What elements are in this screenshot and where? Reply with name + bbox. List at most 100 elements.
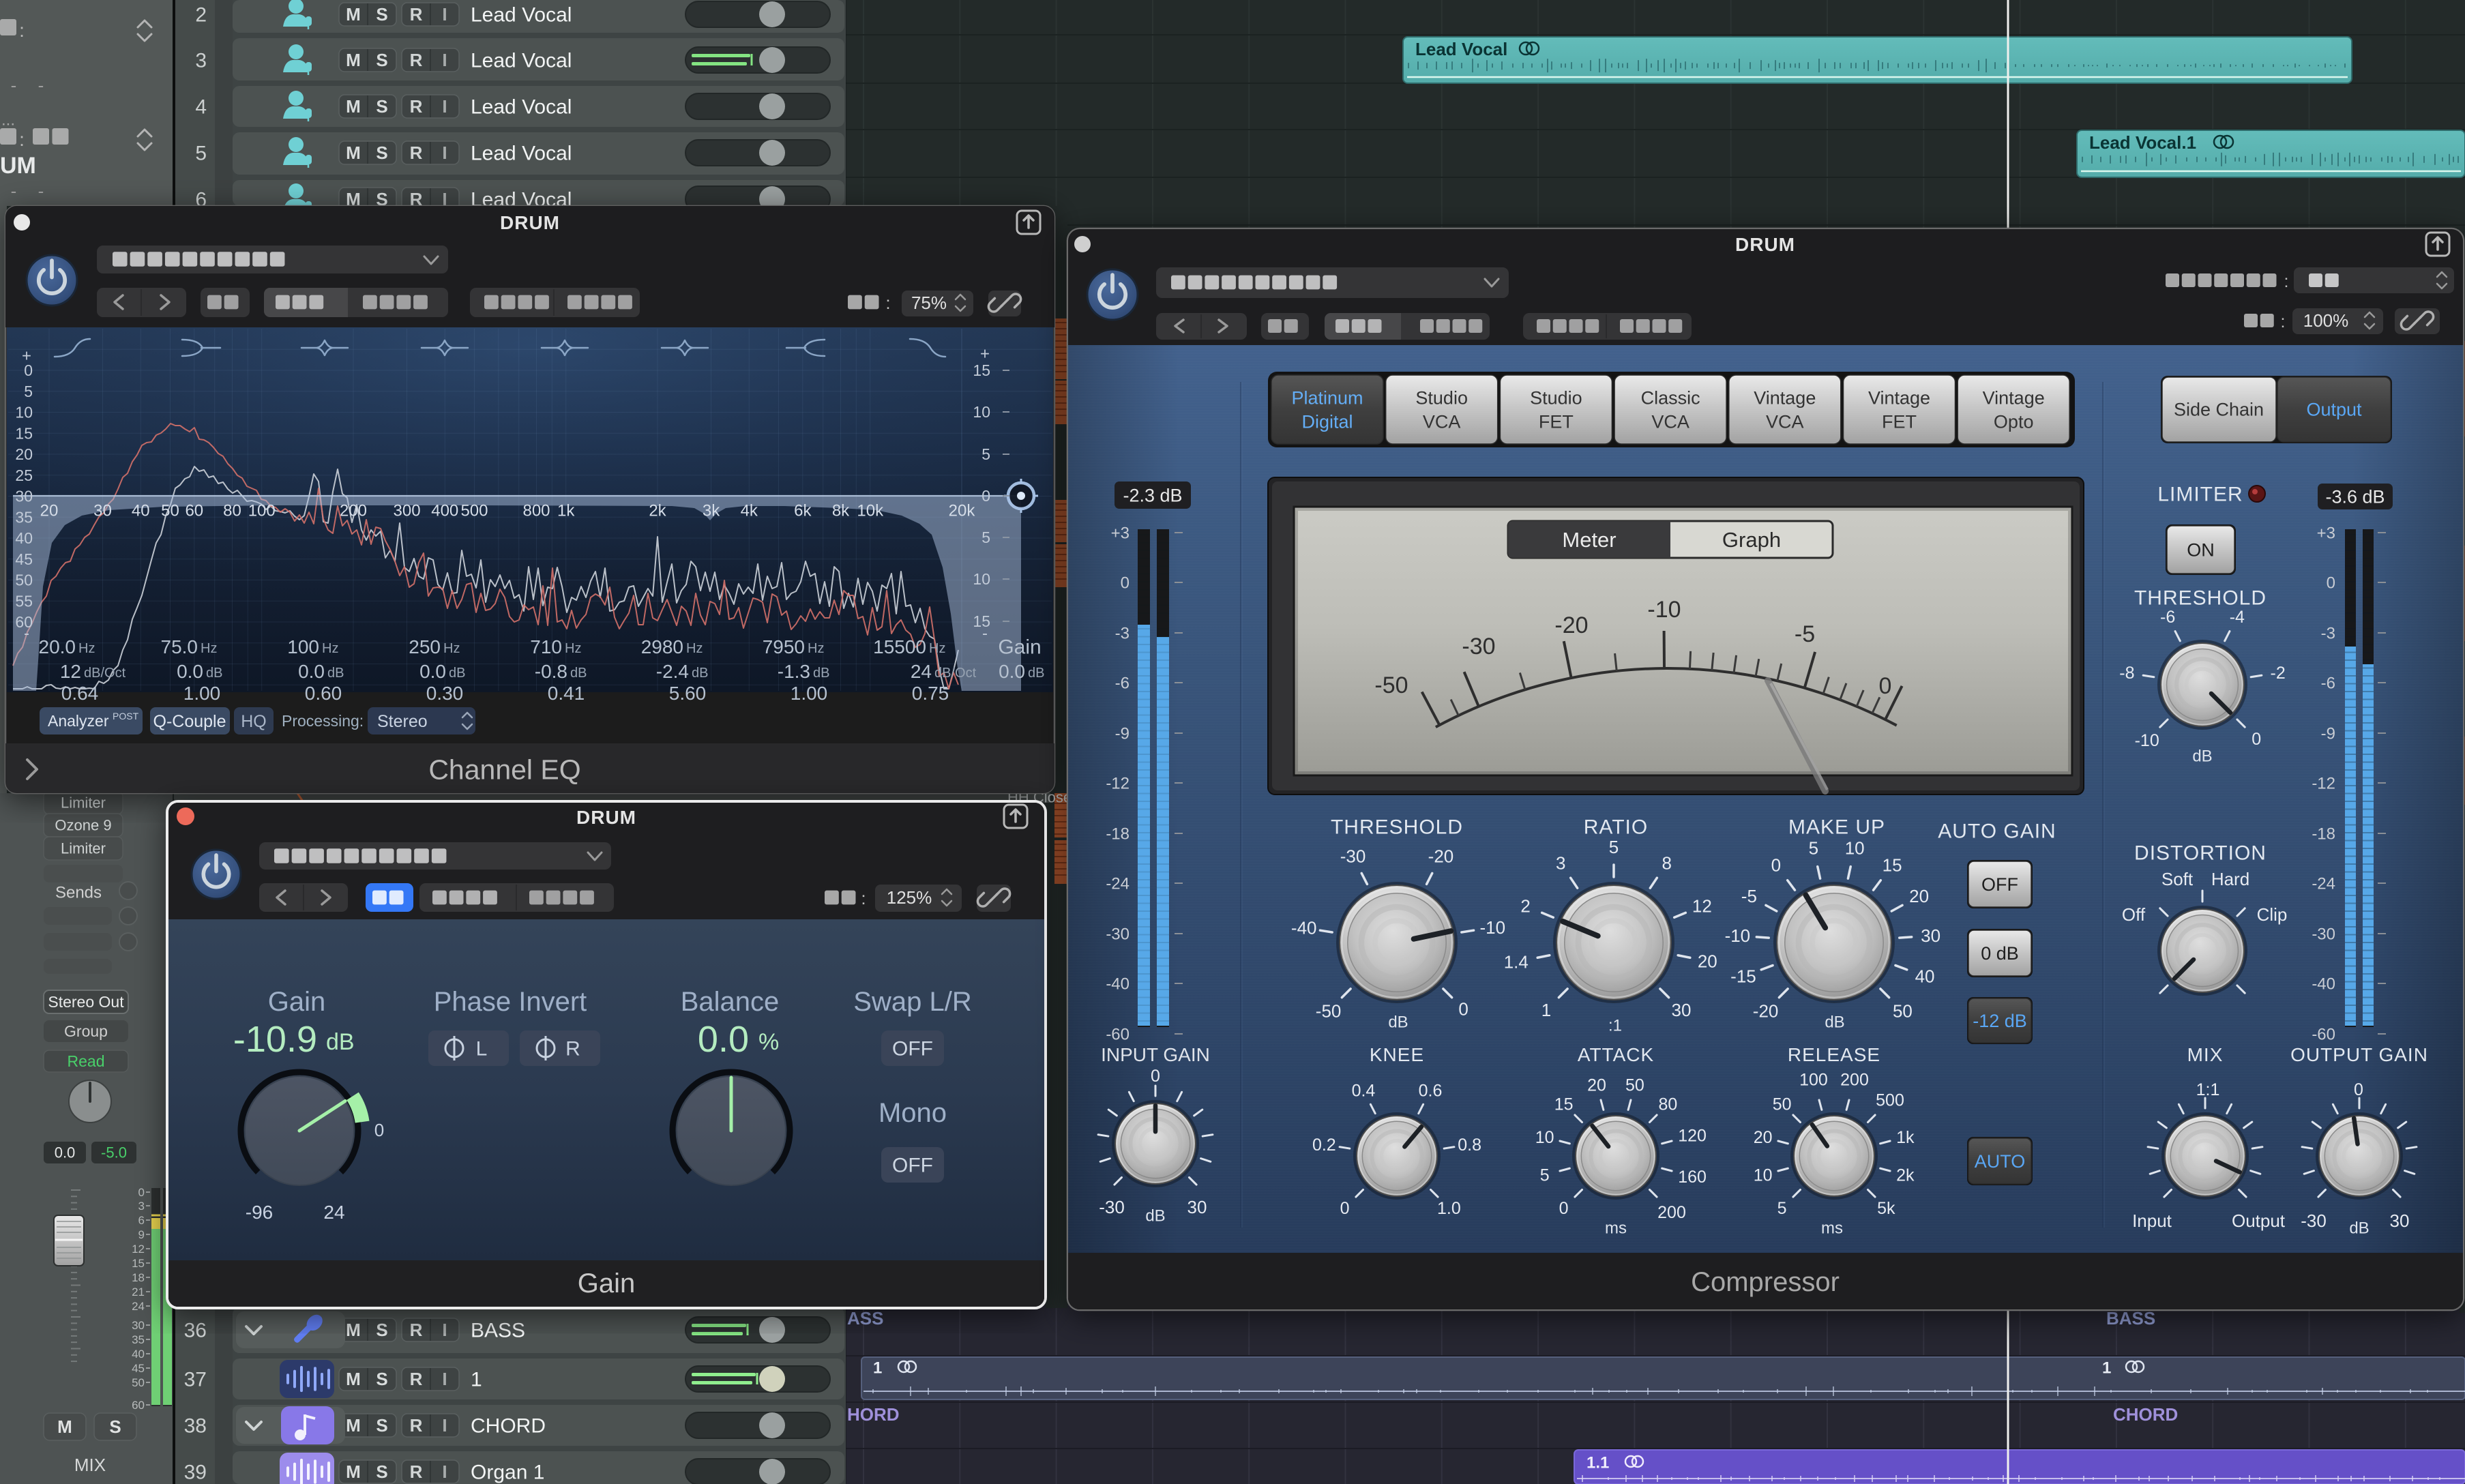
svg-text:1.0: 1.0 (1437, 1199, 1461, 1218)
svg-text:Hz: Hz (78, 641, 95, 656)
svg-text:Hz: Hz (686, 641, 703, 656)
svg-text:-: - (11, 75, 17, 95)
svg-text:0.2: 0.2 (1312, 1136, 1336, 1155)
svg-text:MIX: MIX (74, 1455, 106, 1475)
svg-text:1.1: 1.1 (1586, 1453, 1609, 1472)
svg-text:-15: -15 (1730, 966, 1756, 987)
svg-text:0: 0 (1559, 1199, 1569, 1218)
svg-text:VCA: VCA (1766, 411, 1804, 432)
svg-text:4k: 4k (741, 501, 758, 520)
svg-text:Swap L/R: Swap L/R (853, 987, 971, 1017)
svg-text:S: S (376, 4, 387, 25)
svg-text:0: 0 (1340, 1199, 1350, 1218)
svg-text:Channel EQ: Channel EQ (428, 754, 580, 785)
svg-text:CHORD: CHORD (471, 1415, 546, 1438)
svg-text:40: 40 (15, 529, 33, 547)
svg-text:30: 30 (2390, 1211, 2410, 1231)
svg-text:0: 0 (1151, 1067, 1160, 1086)
svg-text:20.0: 20.0 (39, 636, 76, 657)
svg-text:0.41: 0.41 (548, 683, 585, 704)
svg-text:6: 6 (138, 1214, 145, 1227)
svg-text:55: 55 (15, 592, 33, 610)
svg-text:Output: Output (2306, 399, 2362, 419)
svg-text:1k: 1k (1896, 1128, 1915, 1147)
svg-text:500: 500 (460, 501, 488, 520)
svg-text:400: 400 (431, 501, 458, 520)
svg-text:Mono: Mono (879, 1098, 947, 1128)
svg-text:Classic: Classic (1641, 387, 1700, 408)
svg-text:3k: 3k (703, 501, 720, 520)
svg-text:dB: dB (449, 666, 465, 681)
svg-text:0: 0 (1458, 999, 1468, 1020)
svg-text:0.4: 0.4 (1352, 1082, 1376, 1101)
svg-text:0: 0 (1879, 673, 1892, 699)
svg-text:-40: -40 (1106, 975, 1130, 993)
svg-text:Processing:: Processing: (282, 712, 364, 730)
svg-text:R: R (410, 1369, 423, 1389)
svg-text:5: 5 (981, 529, 990, 546)
svg-text:+: + (980, 344, 990, 363)
svg-text:S: S (109, 1416, 121, 1437)
svg-text:R: R (410, 1461, 423, 1482)
svg-text:50: 50 (1625, 1075, 1644, 1095)
svg-text:20: 20 (1909, 886, 1929, 906)
svg-text:S: S (376, 1415, 387, 1436)
svg-text:0.75: 0.75 (912, 683, 949, 704)
svg-text:Sends: Sends (55, 883, 102, 902)
svg-text:R: R (410, 96, 423, 117)
svg-text:Gain: Gain (578, 1268, 636, 1298)
svg-text:dB/Oct: dB/Oct (84, 666, 126, 681)
svg-text:Compressor: Compressor (1691, 1267, 1840, 1297)
svg-text:40: 40 (132, 1348, 145, 1361)
svg-text:36: 36 (184, 1320, 207, 1342)
svg-text:12: 12 (60, 661, 81, 682)
svg-text:BASS: BASS (471, 1320, 525, 1342)
svg-text:-10: -10 (1725, 925, 1751, 946)
svg-text:-9: -9 (1115, 724, 1130, 743)
svg-text:200: 200 (1840, 1071, 1869, 1090)
svg-text:-2: -2 (2271, 664, 2286, 683)
svg-text:R: R (410, 4, 423, 25)
svg-text:+3: +3 (2317, 524, 2335, 542)
svg-text:dB: dB (1028, 666, 1044, 681)
svg-text:-18: -18 (1106, 825, 1130, 843)
svg-text:-9: -9 (2321, 724, 2335, 743)
svg-text:THRESHOLD: THRESHOLD (1331, 816, 1463, 839)
svg-text:Limiter: Limiter (61, 795, 106, 812)
svg-text:-10: -10 (1479, 917, 1505, 938)
svg-text:UM: UM (0, 153, 36, 179)
svg-text:I: I (442, 96, 447, 117)
svg-text:5: 5 (981, 445, 990, 463)
svg-text:5: 5 (1540, 1166, 1550, 1185)
svg-text:15: 15 (15, 424, 33, 442)
svg-text:-60: -60 (1106, 1025, 1130, 1043)
svg-text:dB: dB (1388, 1013, 1408, 1031)
svg-text:HQ: HQ (241, 712, 267, 731)
svg-text:5: 5 (1809, 837, 1818, 858)
svg-text:M: M (346, 1369, 361, 1389)
svg-text:5: 5 (1777, 1199, 1787, 1218)
svg-text:50: 50 (161, 501, 179, 520)
svg-text:Phase Invert: Phase Invert (434, 987, 587, 1017)
svg-text:Hz: Hz (201, 641, 217, 656)
svg-text:30: 30 (1921, 925, 1940, 946)
svg-text:3: 3 (1556, 853, 1565, 874)
svg-text:-5: -5 (1741, 886, 1757, 906)
svg-text:0: 0 (2354, 1080, 2363, 1099)
svg-text:MAKE UP: MAKE UP (1788, 816, 1885, 839)
svg-text::: : (19, 129, 25, 150)
svg-text:S: S (376, 1369, 387, 1389)
svg-text:40: 40 (132, 501, 150, 520)
svg-text:AUTO GAIN: AUTO GAIN (1938, 820, 2056, 843)
svg-text:0: 0 (981, 487, 990, 505)
svg-text:-10: -10 (2135, 731, 2159, 750)
svg-text:80: 80 (223, 501, 241, 520)
svg-text:-: - (11, 181, 17, 201)
svg-text:-: - (38, 181, 44, 201)
svg-text:L: L (476, 1038, 488, 1060)
svg-text:3: 3 (138, 1200, 145, 1213)
svg-text:Off: Off (2122, 904, 2146, 925)
svg-text:Analyzer: Analyzer (48, 712, 109, 730)
svg-text:50: 50 (132, 1376, 145, 1389)
svg-text:I: I (442, 1369, 447, 1389)
